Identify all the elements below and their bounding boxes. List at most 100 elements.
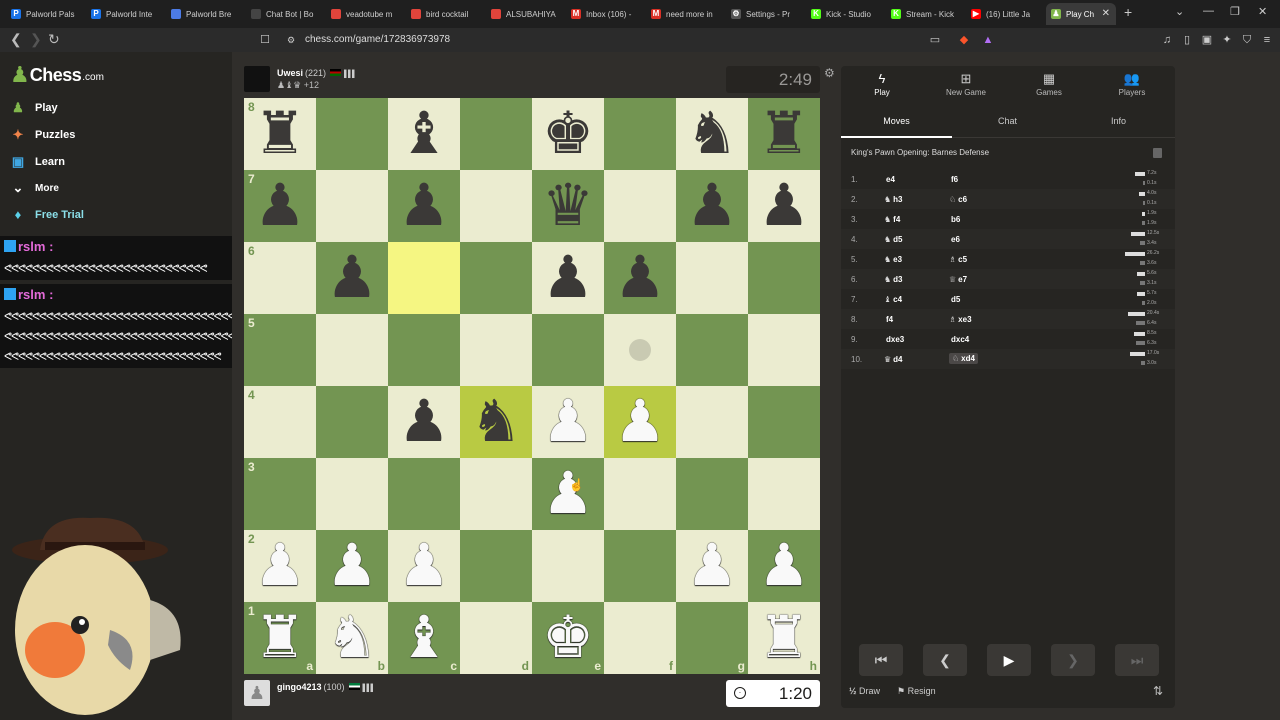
black-queen-icon[interactable]: ♛ <box>532 170 604 242</box>
board-square-h3[interactable] <box>748 458 820 530</box>
white-move[interactable]: ♞ f4 <box>884 215 900 224</box>
site-info-icon[interactable]: ⚙ <box>284 33 298 47</box>
top-player-avatar[interactable] <box>244 66 270 92</box>
tab-new-game[interactable]: ⊞ New Game <box>932 70 1000 97</box>
board-square-h2[interactable]: ♟ <box>748 530 820 602</box>
board-square-d2[interactable] <box>460 530 532 602</box>
draw-button[interactable]: ½ Draw <box>849 686 880 696</box>
browser-tab[interactable]: Palworld Bre <box>166 3 242 25</box>
black-knight-icon[interactable]: ♞ <box>460 386 532 458</box>
subtab-chat[interactable]: Chat <box>952 116 1063 126</box>
minimize-button[interactable]: — <box>1203 5 1214 17</box>
board-square-d1[interactable]: d <box>460 602 532 674</box>
black-pawn-icon[interactable]: ♟ <box>316 242 388 314</box>
last-move-icon[interactable]: ⏭ <box>1115 644 1159 676</box>
next-move-icon[interactable]: ❯ <box>1051 644 1095 676</box>
board-square-f1[interactable]: f <box>604 602 676 674</box>
chesscom-logo[interactable]: ♟ Chess .com <box>10 64 104 86</box>
board-square-h6[interactable] <box>748 242 820 314</box>
board-square-c3[interactable] <box>388 458 460 530</box>
board-square-g4[interactable] <box>676 386 748 458</box>
white-move[interactable]: e4 <box>884 175 895 184</box>
white-rook-icon[interactable]: ♜ <box>748 602 820 674</box>
nav-free-trial[interactable]: ♦ Free Trial <box>10 207 84 223</box>
black-pawn-icon[interactable]: ♟ <box>676 170 748 242</box>
bookmark-icon[interactable]: ☐ <box>258 33 272 47</box>
close-window-button[interactable]: ✕ <box>1258 5 1267 18</box>
black-move[interactable]: ♘ c6 <box>949 195 967 204</box>
opening-name[interactable]: King's Pawn Opening: Barnes Defense <box>851 148 989 157</box>
board-square-a3[interactable]: 3 <box>244 458 316 530</box>
board-square-c4[interactable]: ♟ <box>388 386 460 458</box>
black-move[interactable]: f6 <box>949 175 958 184</box>
white-pawn-icon[interactable]: ♟ <box>244 530 316 602</box>
browser-tab[interactable]: M Inbox (106) - <box>566 3 642 25</box>
tab-search-icon[interactable]: ⌄ <box>1175 5 1184 18</box>
browser-tab[interactable]: P Palworld Inte <box>86 3 162 25</box>
board-square-a8[interactable]: 8 ♜ <box>244 98 316 170</box>
book-icon[interactable] <box>1153 148 1162 158</box>
board-square-c6[interactable] <box>388 242 460 314</box>
white-move[interactable]: ♞ h3 <box>884 195 903 204</box>
board-square-f2[interactable] <box>604 530 676 602</box>
black-bishop-icon[interactable]: ♝ <box>388 98 460 170</box>
board-square-h7[interactable]: ♟ <box>748 170 820 242</box>
black-knight-icon[interactable]: ♞ <box>676 98 748 170</box>
browser-tab[interactable]: K Kick - Studio <box>806 3 882 25</box>
white-pawn-icon[interactable]: ♟ <box>748 530 820 602</box>
board-square-e1[interactable]: e ♚ <box>532 602 604 674</box>
board-square-a5[interactable]: 5 <box>244 314 316 386</box>
board-square-d7[interactable] <box>460 170 532 242</box>
browser-tab[interactable]: bird cocktail <box>406 3 482 25</box>
black-pawn-icon[interactable]: ♟ <box>388 170 460 242</box>
white-knight-icon[interactable]: ♞ <box>316 602 388 674</box>
white-bishop-icon[interactable]: ♝ <box>388 602 460 674</box>
black-move[interactable]: b6 <box>949 215 960 224</box>
nav-puzzles[interactable]: ✦ Puzzles <box>10 127 76 143</box>
brave-rewards-icon[interactable]: ▲ <box>981 33 995 47</box>
url-field[interactable]: chess.com/game/172836973978 <box>305 34 450 45</box>
board-square-g5[interactable] <box>676 314 748 386</box>
board-square-a4[interactable]: 4 <box>244 386 316 458</box>
board-square-a2[interactable]: 2 ♟ <box>244 530 316 602</box>
black-move[interactable]: d5 <box>949 295 960 304</box>
board-square-f8[interactable] <box>604 98 676 170</box>
board-square-h5[interactable] <box>748 314 820 386</box>
back-button[interactable]: ❮ <box>10 31 22 48</box>
black-king-icon[interactable]: ♚ <box>532 98 604 170</box>
board-square-c8[interactable]: ♝ <box>388 98 460 170</box>
board-square-c5[interactable] <box>388 314 460 386</box>
board-square-e4[interactable]: ♟ <box>532 386 604 458</box>
forward-button[interactable]: ❯ <box>30 31 42 48</box>
previous-move-icon[interactable]: ❮ <box>923 644 967 676</box>
browser-tab[interactable]: ⚙ Settings - Pr <box>726 3 802 25</box>
nav-learn[interactable]: ▣ Learn <box>10 154 65 170</box>
black-move[interactable]: ♘ xd4 <box>949 353 978 364</box>
board-square-c1[interactable]: c ♝ <box>388 602 460 674</box>
board-square-e8[interactable]: ♚ <box>532 98 604 170</box>
board-square-g6[interactable] <box>676 242 748 314</box>
black-pawn-icon[interactable]: ♟ <box>388 386 460 458</box>
white-move[interactable]: dxe3 <box>884 335 904 344</box>
board-settings-gear-icon[interactable]: ⚙ <box>824 66 835 80</box>
browser-tab[interactable]: ▶ (16) Little Ja <box>966 3 1042 25</box>
board-square-g8[interactable]: ♞ <box>676 98 748 170</box>
board-square-c2[interactable]: ♟ <box>388 530 460 602</box>
sidebar-icon[interactable]: ▯ <box>1180 33 1194 47</box>
new-tab-button[interactable]: + <box>1124 4 1132 20</box>
board-square-e7[interactable]: ♛ <box>532 170 604 242</box>
board-square-c7[interactable]: ♟ <box>388 170 460 242</box>
board-square-d3[interactable] <box>460 458 532 530</box>
white-pawn-icon[interactable]: ♟ <box>532 458 604 530</box>
board-square-h4[interactable] <box>748 386 820 458</box>
black-move[interactable]: ♗ c5 <box>949 255 967 264</box>
media-icon[interactable]: ♫ <box>1160 33 1174 47</box>
black-pawn-icon[interactable]: ♟ <box>532 242 604 314</box>
board-square-g7[interactable]: ♟ <box>676 170 748 242</box>
white-pawn-icon[interactable]: ♟ <box>604 386 676 458</box>
bottom-player-avatar-icon[interactable]: ♟ <box>244 680 270 706</box>
black-rook-icon[interactable]: ♜ <box>748 98 820 170</box>
white-pawn-icon[interactable]: ♟ <box>316 530 388 602</box>
black-pawn-icon[interactable]: ♟ <box>748 170 820 242</box>
board-square-e6[interactable]: ♟ <box>532 242 604 314</box>
